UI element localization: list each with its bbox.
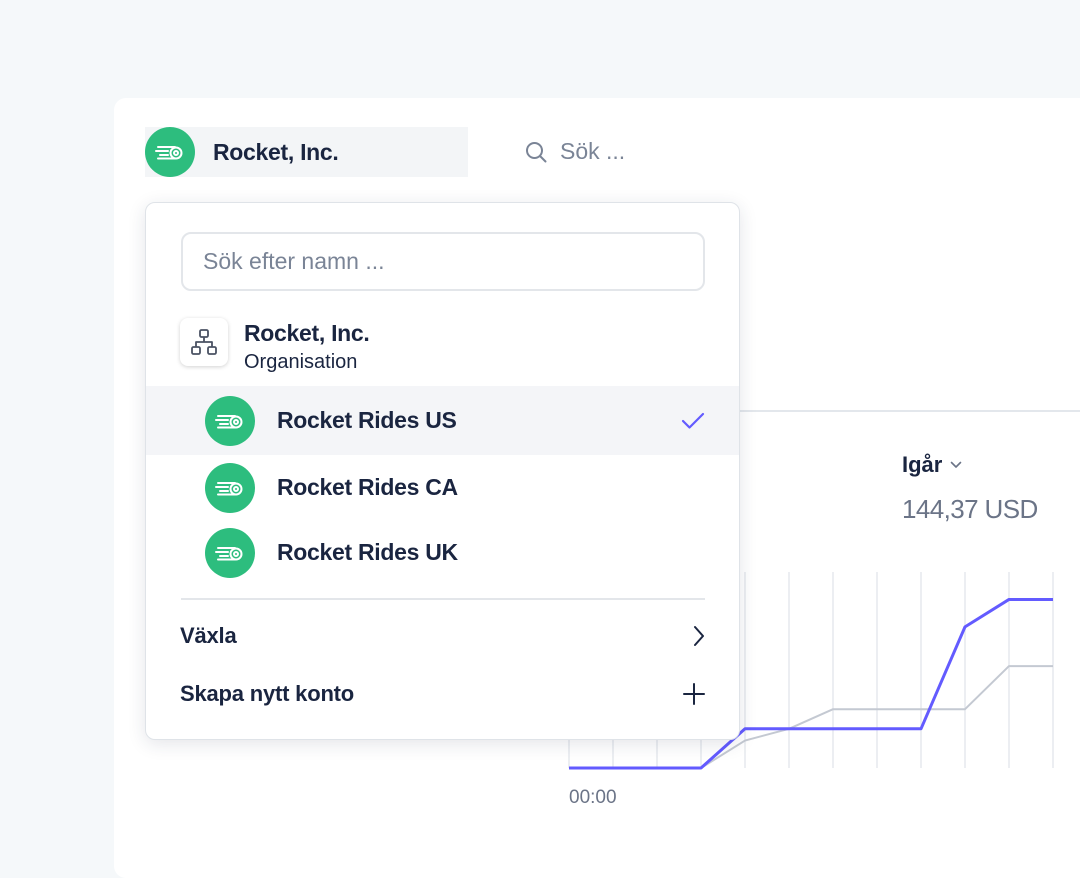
chevron-right-icon (694, 626, 704, 646)
x-axis-tick-label: 00:00 (569, 787, 617, 808)
rocket-logo-icon (205, 395, 255, 446)
account-list: Rocket Rides US Rocket Rides CA Rocket R… (146, 386, 739, 585)
account-label: Rocket Rides CA (277, 474, 458, 500)
period-selector[interactable]: Igår (902, 452, 962, 478)
organization-row[interactable]: Rocket, Inc. Organisation (180, 318, 370, 374)
switch-account-button[interactable]: Växla (180, 623, 706, 649)
menu-divider (181, 598, 705, 600)
account-item-rocket-rides-ca[interactable]: Rocket Rides CA (146, 455, 739, 520)
account-dropdown: Rocket, Inc. Organisation Rocket Rides U… (145, 202, 740, 740)
organization-icon (180, 318, 228, 366)
global-search[interactable]: Sök ... (525, 138, 625, 165)
chevron-down-icon (951, 461, 962, 468)
account-item-rocket-rides-uk[interactable]: Rocket Rides UK (146, 520, 739, 585)
name-search-input[interactable] (181, 232, 705, 291)
section-divider (740, 410, 1080, 412)
account-item-rocket-rides-us[interactable]: Rocket Rides US (146, 386, 739, 455)
period-value: 144,37 USD (902, 494, 1038, 524)
organization-name: Rocket, Inc. (244, 320, 370, 346)
rocket-logo-icon (145, 127, 195, 177)
create-account-button[interactable]: Skapa nytt konto (180, 681, 706, 707)
period-label: Igår (902, 452, 943, 477)
account-switcher-button[interactable]: Rocket, Inc. (145, 127, 468, 177)
account-label: Rocket Rides UK (277, 539, 458, 565)
switch-label: Växla (180, 623, 237, 648)
rocket-logo-icon (205, 527, 255, 578)
current-account-name: Rocket, Inc. (213, 138, 339, 165)
search-icon (526, 141, 547, 162)
plus-icon (683, 683, 705, 705)
checkmark-icon (681, 412, 705, 429)
search-placeholder: Sök ... (560, 138, 626, 164)
rocket-logo-icon (205, 462, 255, 513)
organization-type: Organisation (244, 351, 358, 373)
account-label: Rocket Rides US (277, 407, 457, 433)
create-label: Skapa nytt konto (180, 681, 355, 706)
